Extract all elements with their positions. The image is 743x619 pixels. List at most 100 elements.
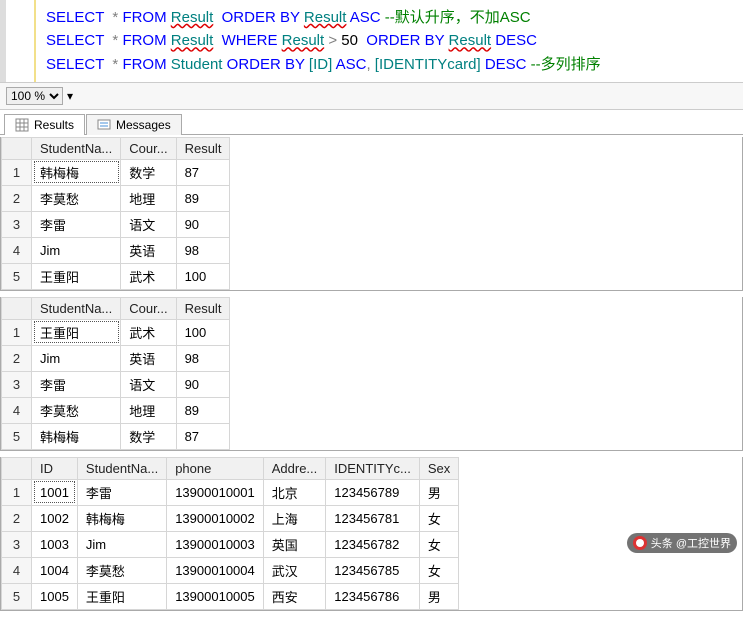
cell[interactable]: 1004 [32,557,78,583]
cell[interactable]: 13900010003 [167,531,264,557]
column-header[interactable]: Result [176,137,230,159]
row-number[interactable]: 1 [2,319,32,345]
cell[interactable]: 李雷 [77,479,166,505]
table-row[interactable]: 5韩梅梅数学87 [2,423,230,449]
sql-editor[interactable]: SELECT * FROM Result ORDER BY Result ASC… [0,0,743,82]
row-number[interactable]: 3 [2,371,32,397]
row-number[interactable]: 1 [2,159,32,185]
cell[interactable]: 英语 [121,345,176,371]
cell[interactable]: 123456781 [326,505,420,531]
cell[interactable]: 李莫愁 [77,557,166,583]
cell[interactable]: 87 [176,423,230,449]
cell[interactable]: 123456785 [326,557,420,583]
cell[interactable]: 语文 [121,371,176,397]
sql-line[interactable]: SELECT * FROM Student ORDER BY [ID] ASC,… [46,53,733,76]
cell[interactable]: 89 [176,185,230,211]
sql-line[interactable]: SELECT * FROM Result WHERE Result > 50 O… [46,29,733,52]
cell[interactable]: 90 [176,211,230,237]
cell[interactable]: Jim [32,345,121,371]
tab-results[interactable]: Results [4,114,85,135]
column-header[interactable]: Sex [419,457,458,479]
column-header[interactable]: Cour... [121,297,176,319]
cell[interactable]: 语文 [121,211,176,237]
column-header[interactable]: StudentNa... [32,297,121,319]
cell[interactable]: 123456789 [326,479,420,505]
row-number[interactable]: 1 [2,479,32,505]
cell[interactable]: 1001 [32,479,78,505]
result-grid-1[interactable]: StudentNa...Cour...Result1韩梅梅数学872李莫愁地理8… [0,137,743,291]
table-row[interactable]: 41004李莫愁13900010004武汉123456785女 [2,557,459,583]
cell[interactable]: 李莫愁 [32,397,121,423]
cell[interactable]: 13900010004 [167,557,264,583]
cell[interactable]: 98 [176,345,230,371]
column-header[interactable]: Result [176,297,230,319]
row-number[interactable]: 5 [2,263,32,289]
cell[interactable]: 地理 [121,185,176,211]
sql-line[interactable]: SELECT * FROM Result ORDER BY Result ASC… [46,6,733,29]
table-row[interactable]: 21002韩梅梅13900010002上海123456781女 [2,505,459,531]
row-number[interactable]: 2 [2,185,32,211]
column-header[interactable]: Cour... [121,137,176,159]
cell[interactable]: 123456786 [326,583,420,609]
zoom-select[interactable]: 100 % [6,87,63,105]
cell[interactable]: 123456782 [326,531,420,557]
cell[interactable]: 90 [176,371,230,397]
cell[interactable]: 李雷 [32,371,121,397]
cell[interactable]: 李莫愁 [32,185,121,211]
cell[interactable]: 武术 [121,319,176,345]
column-header[interactable]: StudentNa... [32,137,121,159]
cell[interactable]: 上海 [263,505,326,531]
row-number[interactable]: 3 [2,531,32,557]
row-number[interactable]: 2 [2,505,32,531]
row-number[interactable]: 3 [2,211,32,237]
cell[interactable]: 1002 [32,505,78,531]
cell[interactable]: 英语 [121,237,176,263]
cell[interactable]: 王重阳 [32,319,121,345]
cell[interactable]: 数学 [121,423,176,449]
table-row[interactable]: 1王重阳武术100 [2,319,230,345]
row-number[interactable]: 4 [2,397,32,423]
cell[interactable]: 武汉 [263,557,326,583]
cell[interactable]: 韩梅梅 [32,159,121,185]
cell[interactable]: 地理 [121,397,176,423]
column-header[interactable]: StudentNa... [77,457,166,479]
column-header[interactable]: phone [167,457,264,479]
row-number[interactable]: 2 [2,345,32,371]
result-grid-2[interactable]: StudentNa...Cour...Result1王重阳武术1002Jim英语… [0,297,743,451]
cell[interactable]: 女 [419,557,458,583]
row-number[interactable]: 4 [2,557,32,583]
cell[interactable]: 男 [419,583,458,609]
cell[interactable]: 李雷 [32,211,121,237]
cell[interactable]: 英国 [263,531,326,557]
cell[interactable]: Jim [32,237,121,263]
row-number[interactable]: 5 [2,583,32,609]
table-row[interactable]: 3李雷语文90 [2,211,230,237]
cell[interactable]: 西安 [263,583,326,609]
table-row[interactable]: 1韩梅梅数学87 [2,159,230,185]
cell[interactable]: Jim [77,531,166,557]
cell[interactable]: 韩梅梅 [77,505,166,531]
cell[interactable]: 98 [176,237,230,263]
row-number[interactable]: 4 [2,237,32,263]
column-header[interactable]: ID [32,457,78,479]
cell[interactable]: 13900010002 [167,505,264,531]
cell[interactable]: 13900010005 [167,583,264,609]
column-header[interactable]: Addre... [263,457,326,479]
cell[interactable]: 女 [419,505,458,531]
cell[interactable]: 100 [176,319,230,345]
cell[interactable]: 1005 [32,583,78,609]
cell[interactable]: 王重阳 [77,583,166,609]
cell[interactable]: 13900010001 [167,479,264,505]
cell[interactable]: 数学 [121,159,176,185]
table-row[interactable]: 2Jim英语98 [2,345,230,371]
table-row[interactable]: 51005王重阳13900010005西安123456786男 [2,583,459,609]
table-row[interactable]: 31003Jim13900010003英国123456782女 [2,531,459,557]
cell[interactable]: 89 [176,397,230,423]
table-row[interactable]: 11001李雷13900010001北京123456789男 [2,479,459,505]
cell[interactable]: 1003 [32,531,78,557]
cell[interactable]: 北京 [263,479,326,505]
cell[interactable]: 武术 [121,263,176,289]
cell[interactable]: 87 [176,159,230,185]
table-row[interactable]: 3李雷语文90 [2,371,230,397]
column-header[interactable]: IDENTITYc... [326,457,420,479]
